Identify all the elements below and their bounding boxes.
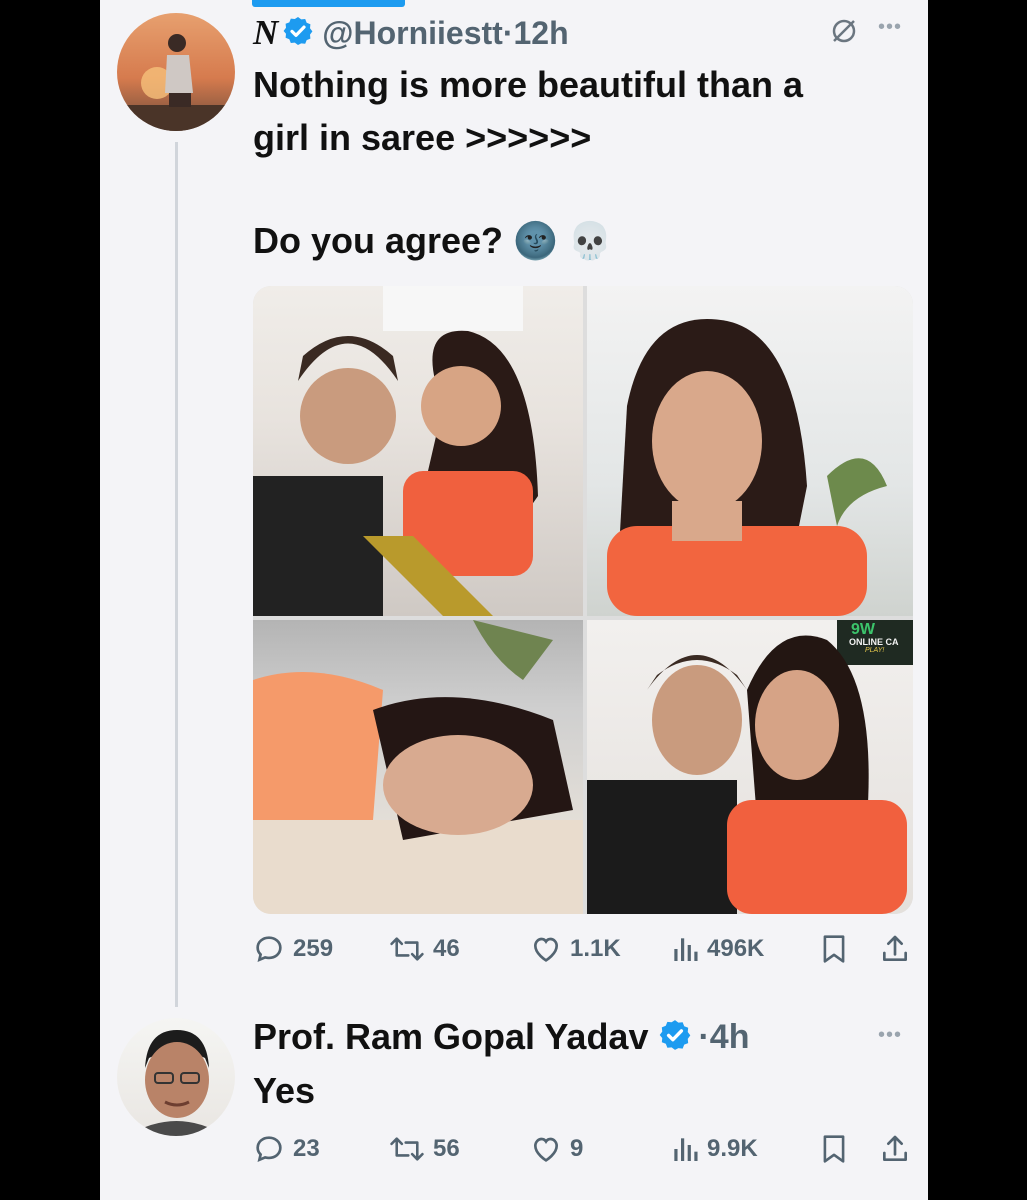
media-overlay-text-2: ONLINE CA xyxy=(849,637,899,647)
views-chart-icon xyxy=(674,938,698,961)
tweet-media-grid[interactable]: 9W ONLINE CA PLAY! xyxy=(253,286,913,914)
repost-icon xyxy=(390,937,424,961)
like-button[interactable]: 9 xyxy=(530,1133,583,1165)
reply-header: Prof. Ram Gopal Yadav ·4h xyxy=(253,1014,749,1060)
views-button[interactable]: 496K xyxy=(671,933,764,965)
grok-slash-icon[interactable] xyxy=(829,16,859,51)
views-button[interactable]: 9.9K xyxy=(671,1133,758,1165)
reply-more-options-icon[interactable]: ••• xyxy=(878,1024,902,1047)
views-count: 496K xyxy=(707,935,765,962)
media-overlay-text-1: 9W xyxy=(851,621,875,638)
media-overlay-sign: 9W ONLINE CA PLAY! xyxy=(837,621,913,655)
like-count: 9 xyxy=(570,1135,584,1162)
reply-time[interactable]: ·4h xyxy=(698,1018,749,1057)
thread-connector-line xyxy=(175,142,178,1007)
bookmark-button[interactable] xyxy=(821,1133,847,1165)
views-chart-icon xyxy=(674,1138,698,1161)
verified-badge-icon xyxy=(282,15,314,52)
repost-count: 56 xyxy=(433,1135,460,1162)
views-count: 9.9K xyxy=(707,1135,758,1162)
reply-count: 23 xyxy=(293,1135,320,1162)
tweet-text-line-3: Do you agree? 🌚 💀 xyxy=(253,220,613,261)
tweet-text-line-1: Nothing is more beautiful than a xyxy=(253,64,804,105)
tweet-action-bar: 259 46 1.1K 496K xyxy=(253,933,913,973)
reply-button[interactable]: 259 xyxy=(253,933,333,965)
tweet-header: N @Horniiestt ·12h xyxy=(253,12,569,54)
heart-icon xyxy=(533,1137,559,1162)
media-overlay-text-3: PLAY! xyxy=(865,647,885,654)
share-button[interactable] xyxy=(879,933,911,965)
avatar-portrait-icon xyxy=(127,1030,225,1136)
repost-button[interactable]: 56 xyxy=(389,1133,460,1165)
reply-author-avatar[interactable] xyxy=(117,1018,235,1136)
share-button[interactable] xyxy=(879,1133,911,1165)
tweet-thread-frame: N @Horniiestt ·12h ••• Nothing is more b… xyxy=(100,0,928,1200)
reply-icon xyxy=(256,936,282,963)
tweet-more-options-icon[interactable]: ••• xyxy=(878,16,902,39)
share-icon xyxy=(883,935,907,961)
tweet-text-line-2: girl in saree >>>>>> xyxy=(253,117,592,158)
repost-button[interactable]: 46 xyxy=(389,933,460,965)
verified-badge-icon xyxy=(658,1018,692,1057)
reply-action-bar: 23 56 9 9.9K xyxy=(253,1133,913,1173)
reply-display-name[interactable]: Prof. Ram Gopal Yadav xyxy=(253,1016,648,1058)
repost-icon xyxy=(390,1137,424,1161)
media-photo-3[interactable] xyxy=(253,620,583,914)
reply-icon xyxy=(256,1136,282,1163)
bookmark-icon xyxy=(823,935,845,963)
media-photo-1[interactable] xyxy=(253,286,583,616)
heart-icon xyxy=(533,937,559,962)
active-tab-indicator xyxy=(252,0,405,7)
repost-count: 46 xyxy=(433,935,460,962)
share-icon xyxy=(883,1135,907,1161)
bookmark-button[interactable] xyxy=(821,933,847,965)
tweet-time[interactable]: ·12h xyxy=(503,15,569,52)
reply-count: 259 xyxy=(293,935,334,962)
author-avatar[interactable] xyxy=(117,13,235,131)
reply-text: Yes xyxy=(253,1070,316,1111)
reply-button[interactable]: 23 xyxy=(253,1133,320,1165)
media-photo-2[interactable] xyxy=(587,286,913,616)
like-count: 1.1K xyxy=(570,935,621,962)
author-handle[interactable]: @Horniiestt xyxy=(322,15,503,52)
like-button[interactable]: 1.1K xyxy=(530,933,621,965)
avatar-silhouette-icon xyxy=(117,34,235,131)
bookmark-icon xyxy=(823,1135,845,1163)
display-name[interactable]: N xyxy=(253,13,278,53)
media-photo-4[interactable]: 9W ONLINE CA PLAY! xyxy=(587,620,913,914)
